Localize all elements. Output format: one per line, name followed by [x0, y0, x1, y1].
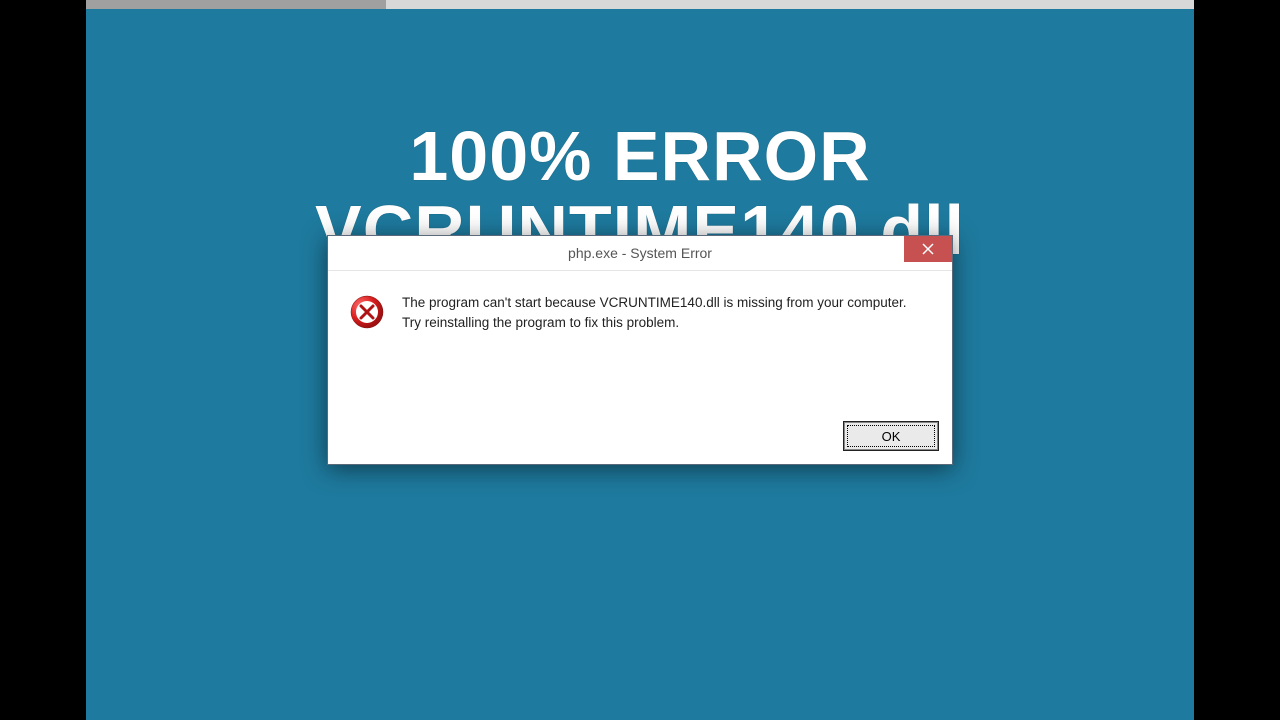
- ok-button[interactable]: OK: [844, 422, 938, 450]
- close-button[interactable]: [904, 236, 952, 262]
- error-dialog: php.exe - System Error: [327, 235, 953, 465]
- close-icon: [922, 243, 934, 255]
- top-strip: [86, 0, 1194, 9]
- dialog-body: The program can't start because VCRUNTIM…: [328, 271, 952, 422]
- dialog-footer: OK: [328, 422, 952, 464]
- dialog-title: php.exe - System Error: [328, 245, 952, 261]
- dialog-titlebar[interactable]: php.exe - System Error: [328, 236, 952, 271]
- error-icon: [350, 295, 384, 329]
- dialog-message: The program can't start because VCRUNTIM…: [402, 293, 932, 412]
